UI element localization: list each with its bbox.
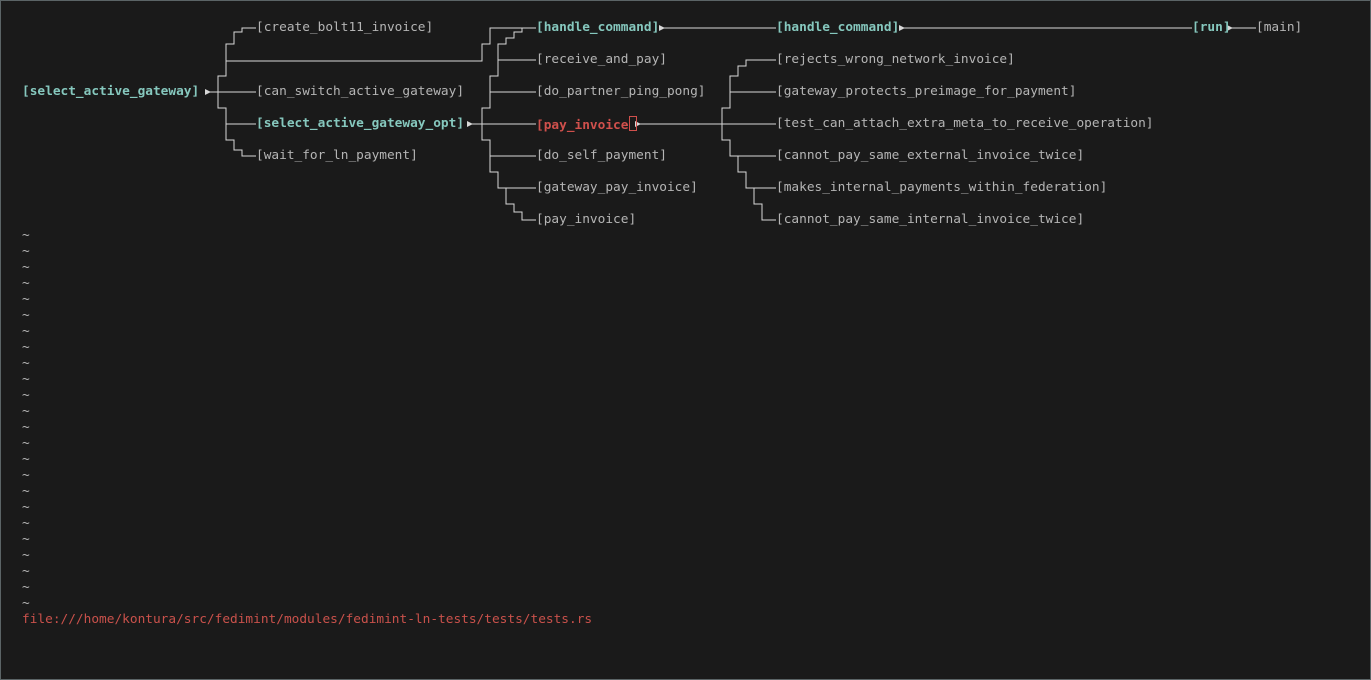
empty-line-marker: ~ [22, 340, 30, 355]
empty-line-marker: ~ [22, 452, 30, 467]
node-handle-command-2[interactable]: [handle_command] [776, 20, 899, 36]
empty-line-marker: ~ [22, 404, 30, 419]
empty-line-marker: ~ [22, 484, 30, 499]
empty-line-marker: ~ [22, 260, 30, 275]
node-test-can-attach-extra-meta[interactable]: [test_can_attach_extra_meta_to_receive_o… [776, 116, 1154, 132]
empty-line-marker: ~ [22, 500, 30, 515]
node-pay-invoice-focused-label: [pay_invoice [536, 118, 629, 133]
node-gateway-protects-preimage[interactable]: [gateway_protects_preimage_for_payment] [776, 84, 1076, 100]
node-do-self-payment[interactable]: [do_self_payment] [536, 148, 667, 164]
node-select-active-gateway[interactable]: [select_active_gateway] [22, 84, 199, 100]
node-cannot-pay-external-twice[interactable]: [cannot_pay_same_external_invoice_twice] [776, 148, 1084, 164]
empty-line-marker: ~ [22, 420, 30, 435]
empty-line-marker: ~ [22, 292, 30, 307]
empty-line-marker: ~ [22, 356, 30, 371]
empty-line-marker: ~ [22, 468, 30, 483]
node-rejects-wrong-network-invoice[interactable]: [rejects_wrong_network_invoice] [776, 52, 1015, 68]
node-can-switch-active-gateway[interactable]: [can_switch_active_gateway] [256, 84, 464, 100]
call-graph-wires [205, 25, 1256, 221]
empty-line-marker: ~ [22, 308, 30, 323]
node-create-bolt11-invoice[interactable]: [create_bolt11_invoice] [256, 20, 433, 36]
empty-line-marker: ~ [22, 228, 30, 243]
empty-line-marker: ~ [22, 580, 30, 595]
node-cannot-pay-internal-twice[interactable]: [cannot_pay_same_internal_invoice_twice] [776, 212, 1084, 228]
node-do-partner-ping-pong[interactable]: [do_partner_ping_pong] [536, 84, 706, 100]
node-pay-invoice[interactable]: [pay_invoice] [536, 212, 636, 228]
empty-line-marker: ~ [22, 276, 30, 291]
status-file-path: file:///home/kontura/src/fedimint/module… [22, 612, 593, 627]
node-gateway-pay-invoice[interactable]: [gateway_pay_invoice] [536, 180, 698, 196]
empty-line-marker: ~ [22, 532, 30, 547]
empty-line-marker: ~ [22, 564, 30, 579]
node-select-active-gateway-opt[interactable]: [select_active_gateway_opt] [256, 116, 464, 132]
node-main[interactable]: [main] [1256, 20, 1302, 36]
node-run[interactable]: [run] [1192, 20, 1231, 36]
cursor [629, 116, 638, 131]
empty-line-marker: ~ [22, 516, 30, 531]
empty-line-marker: ~ [22, 436, 30, 451]
empty-line-marker: ~ [22, 388, 30, 403]
empty-line-marker: ~ [22, 372, 30, 387]
empty-line-marker: ~ [22, 548, 30, 563]
node-pay-invoice-focused[interactable]: [pay_invoice [536, 116, 638, 133]
empty-line-marker: ~ [22, 324, 30, 339]
empty-line-marker: ~ [22, 244, 30, 259]
empty-line-marker: ~ [22, 596, 30, 611]
node-handle-command-1[interactable]: [handle_command] [536, 20, 659, 36]
node-receive-and-pay[interactable]: [receive_and_pay] [536, 52, 667, 68]
node-makes-internal-payments[interactable]: [makes_internal_payments_within_federati… [776, 180, 1107, 196]
node-wait-for-ln-payment[interactable]: [wait_for_ln_payment] [256, 148, 418, 164]
